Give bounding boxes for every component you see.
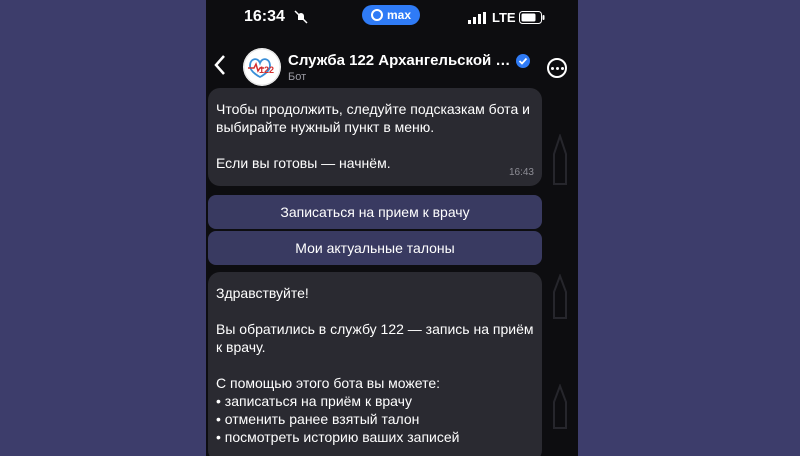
list-item: • записаться на приём к врачу — [216, 393, 412, 409]
back-arrow-icon[interactable] — [212, 54, 228, 76]
chat-subtitle: Бот — [288, 71, 307, 83]
message-list[interactable]: Чтобы продолжить, следуйте подсказкам бо… — [206, 88, 578, 456]
avatar[interactable]: 122 — [243, 48, 281, 86]
my-tickets-button[interactable]: Мои актуальные талоны — [208, 231, 542, 265]
message-text: Вы обратились в службу 122 — запись на п… — [216, 321, 534, 355]
message-bubble: Чтобы продолжить, следуйте подсказкам бо… — [208, 88, 542, 186]
rocket-doodle-icon — [553, 134, 567, 185]
app-badge-label: max — [386, 8, 412, 22]
message-time: 16:43 — [508, 167, 534, 178]
list-item: • посмотреть историю ваших записей — [216, 429, 460, 445]
signal-icon — [468, 12, 486, 24]
list-item: • отменить ранее взятый талон — [216, 411, 420, 427]
battery-icon — [519, 11, 545, 24]
max-logo-icon — [370, 9, 383, 21]
app-badge[interactable]: max — [362, 5, 420, 25]
message-text: Если вы готовы — начнём. — [216, 155, 391, 171]
chat-title[interactable]: Служба 122 Архангельской о... — [288, 52, 512, 69]
clock: 16:34 — [244, 8, 285, 25]
svg-text:122: 122 — [259, 65, 274, 75]
muted-bell-icon — [294, 10, 308, 24]
status-bar: 16:34 max LTE — [206, 0, 578, 36]
book-appointment-button[interactable]: Записаться на прием к врачу — [208, 195, 542, 229]
rocket-doodle-icon — [553, 384, 567, 429]
message-text: С помощью этого бота вы можете: — [216, 375, 441, 391]
message-bubble: Здравствуйте! Вы обратились в службу 122… — [208, 272, 542, 456]
rocket-doodle-icon — [553, 274, 567, 319]
message-text: Чтобы продолжить, следуйте подсказкам бо… — [216, 101, 530, 135]
message-text: Здравствуйте! — [216, 285, 309, 301]
phone-screen: 16:34 max LTE 122 Служба 122 Архангельск… — [206, 0, 578, 456]
chat-header: 122 Служба 122 Архангельской о... Бот — [206, 38, 578, 94]
network-type: LTE — [492, 10, 516, 25]
heart-logo-icon: 122 — [243, 48, 281, 86]
verified-badge-icon — [516, 54, 530, 68]
more-options-icon[interactable] — [547, 58, 567, 78]
